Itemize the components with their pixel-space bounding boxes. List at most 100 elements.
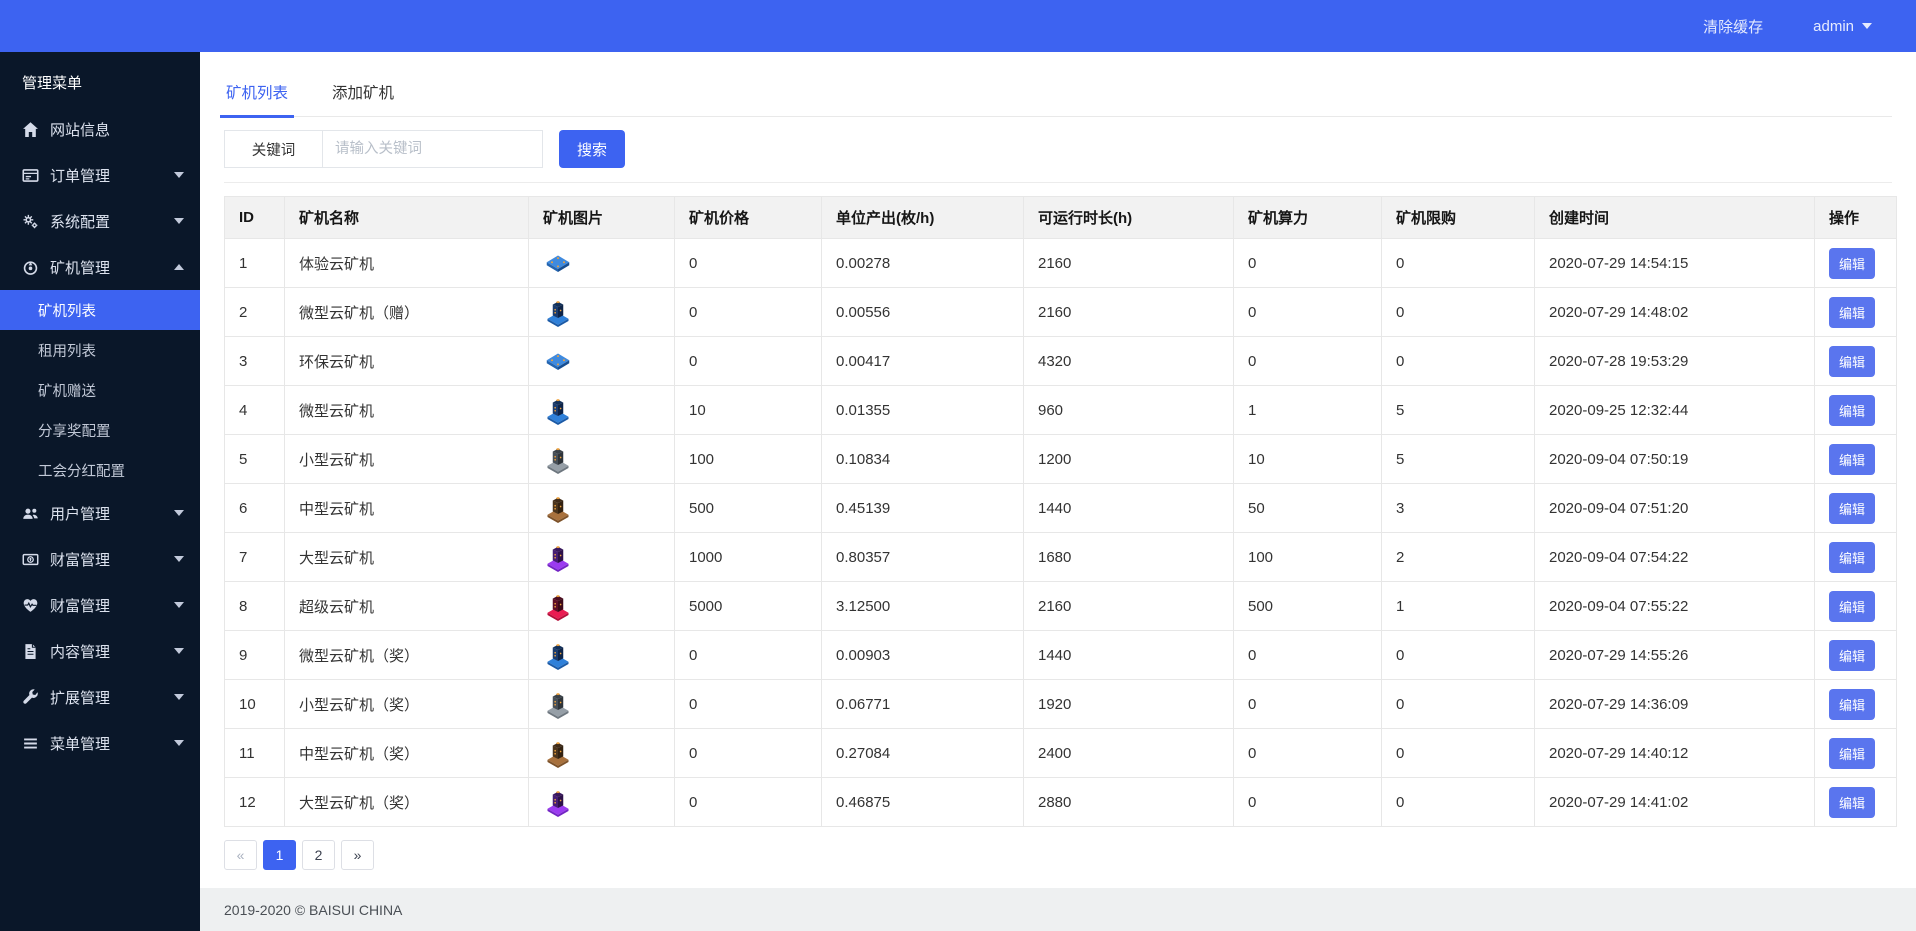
chevron-down-icon	[174, 648, 184, 654]
cell-actions: 编辑	[1815, 729, 1897, 778]
cell-power: 0	[1234, 778, 1382, 827]
cell-limit: 0	[1382, 337, 1535, 386]
edit-button[interactable]: 编辑	[1829, 444, 1875, 475]
cell-limit: 0	[1382, 778, 1535, 827]
main-panel: 矿机列表添加矿机 关键词 搜索 ID矿机名称矿机图片矿机价格单位产出(枚/h)可…	[200, 52, 1916, 931]
cell-name: 超级云矿机	[285, 582, 529, 631]
sidebar-item-system-config[interactable]: 系统配置	[0, 198, 200, 244]
cell-price: 0	[675, 680, 822, 729]
cell-price: 100	[675, 435, 822, 484]
edit-button[interactable]: 编辑	[1829, 689, 1875, 720]
cell-limit: 0	[1382, 239, 1535, 288]
cogs-icon	[22, 213, 40, 230]
page-page-1-button[interactable]: 1	[263, 840, 296, 870]
sidebar-item-menu-mgmt[interactable]: 菜单管理	[0, 720, 200, 766]
cell-price: 0	[675, 288, 822, 337]
edit-button[interactable]: 编辑	[1829, 248, 1875, 279]
cell-name: 微型云矿机	[285, 386, 529, 435]
search-input[interactable]	[323, 130, 543, 168]
page-next-button[interactable]: »	[341, 840, 374, 870]
tab-bar: 矿机列表添加矿机	[224, 76, 1892, 117]
table-row: 12大型云矿机（奖）00.468752880002020-07-29 14:41…	[225, 778, 1897, 827]
edit-button[interactable]: 编辑	[1829, 542, 1875, 573]
miner-blue-icon	[543, 657, 573, 674]
chevron-down-icon	[174, 556, 184, 562]
cell-price: 0	[675, 631, 822, 680]
edit-button[interactable]: 编辑	[1829, 787, 1875, 818]
table-row: 3环保云矿机00.004174320002020-07-28 19:53:29编…	[225, 337, 1897, 386]
cell-limit: 2	[1382, 533, 1535, 582]
tab-add-miner[interactable]: 添加矿机	[330, 76, 396, 116]
sidebar-subitem-miner-gift[interactable]: 矿机赠送	[0, 370, 200, 410]
cell-power: 100	[1234, 533, 1382, 582]
miner-blue-flat-icon	[543, 265, 573, 282]
cell-created: 2020-07-29 14:41:02	[1535, 778, 1815, 827]
cell-power: 500	[1234, 582, 1382, 631]
miner-gray-icon	[543, 706, 573, 723]
page-page-2-button[interactable]: 2	[302, 840, 335, 870]
column-header: 矿机限购	[1382, 197, 1535, 239]
cell-power: 0	[1234, 631, 1382, 680]
chevron-down-icon	[174, 172, 184, 178]
edit-button[interactable]: 编辑	[1829, 297, 1875, 328]
cell-hours: 2160	[1024, 288, 1234, 337]
cell-created: 2020-09-04 07:54:22	[1535, 533, 1815, 582]
edit-button[interactable]: 编辑	[1829, 395, 1875, 426]
sidebar-item-order-mgmt[interactable]: 订单管理	[0, 152, 200, 198]
cell-created: 2020-09-04 07:55:22	[1535, 582, 1815, 631]
table-row: 6中型云矿机5000.4513914405032020-09-04 07:51:…	[225, 484, 1897, 533]
cell-price: 0	[675, 778, 822, 827]
sidebar-item-extension-mgmt[interactable]: 扩展管理	[0, 674, 200, 720]
sidebar-item-content-mgmt[interactable]: 内容管理	[0, 628, 200, 674]
cell-image	[529, 435, 675, 484]
chevron-up-icon	[174, 264, 184, 270]
chevron-down-icon	[174, 740, 184, 746]
cell-hours: 1680	[1024, 533, 1234, 582]
cell-output: 0.06771	[822, 680, 1024, 729]
chevron-down-icon	[174, 510, 184, 516]
search-button[interactable]: 搜索	[559, 130, 625, 168]
copyright-text: 2019-2020 © BAISUI CHINA	[224, 902, 402, 918]
cell-created: 2020-07-29 14:36:09	[1535, 680, 1815, 729]
cell-created: 2020-07-29 14:48:02	[1535, 288, 1815, 337]
tab-miner-list[interactable]: 矿机列表	[224, 76, 290, 116]
sidebar-item-miner-mgmt[interactable]: 矿机管理	[0, 244, 200, 290]
column-header: 操作	[1815, 197, 1897, 239]
cell-power: 0	[1234, 729, 1382, 778]
layout: 管理菜单 网站信息订单管理系统配置矿机管理矿机列表租用列表矿机赠送分享奖配置工会…	[0, 52, 1916, 931]
edit-button[interactable]: 编辑	[1829, 493, 1875, 524]
cell-created: 2020-07-28 19:53:29	[1535, 337, 1815, 386]
edit-button[interactable]: 编辑	[1829, 640, 1875, 671]
cell-image	[529, 239, 675, 288]
sidebar-item-site-info[interactable]: 网站信息	[0, 106, 200, 152]
cell-price: 5000	[675, 582, 822, 631]
page-prev-button[interactable]: «	[224, 840, 257, 870]
cell-hours: 960	[1024, 386, 1234, 435]
sidebar-item-wealth-mgmt-2[interactable]: 财富管理	[0, 582, 200, 628]
sidebar-subitem-share-reward-config[interactable]: 分享奖配置	[0, 410, 200, 450]
sidebar-item-label: 内容管理	[50, 641, 174, 662]
user-menu[interactable]: admin	[1813, 18, 1872, 35]
column-header: ID	[225, 197, 285, 239]
edit-button[interactable]: 编辑	[1829, 346, 1875, 377]
sidebar-item-wealth-mgmt-1[interactable]: 财富管理	[0, 536, 200, 582]
clear-cache-link[interactable]: 清除缓存	[1703, 16, 1763, 37]
miner-red-icon	[543, 608, 573, 625]
table-header-row: ID矿机名称矿机图片矿机价格单位产出(枚/h)可运行时长(h)矿机算力矿机限购创…	[225, 197, 1897, 239]
menu-icon	[22, 735, 40, 752]
edit-button[interactable]: 编辑	[1829, 591, 1875, 622]
cell-id: 12	[225, 778, 285, 827]
cell-output: 0.10834	[822, 435, 1024, 484]
cell-limit: 0	[1382, 680, 1535, 729]
column-header: 单位产出(枚/h)	[822, 197, 1024, 239]
sidebar-subitem-rental-list[interactable]: 租用列表	[0, 330, 200, 370]
sidebar-item-user-mgmt[interactable]: 用户管理	[0, 490, 200, 536]
sidebar-subitem-guild-dividend-config[interactable]: 工会分红配置	[0, 450, 200, 490]
table-row: 7大型云矿机10000.80357168010022020-09-04 07:5…	[225, 533, 1897, 582]
cell-output: 3.12500	[822, 582, 1024, 631]
cell-output: 0.00417	[822, 337, 1024, 386]
sidebar-subitem-miner-list[interactable]: 矿机列表	[0, 290, 200, 330]
search-bar: 关键词 搜索	[224, 130, 1892, 168]
cell-created: 2020-07-29 14:40:12	[1535, 729, 1815, 778]
edit-button[interactable]: 编辑	[1829, 738, 1875, 769]
